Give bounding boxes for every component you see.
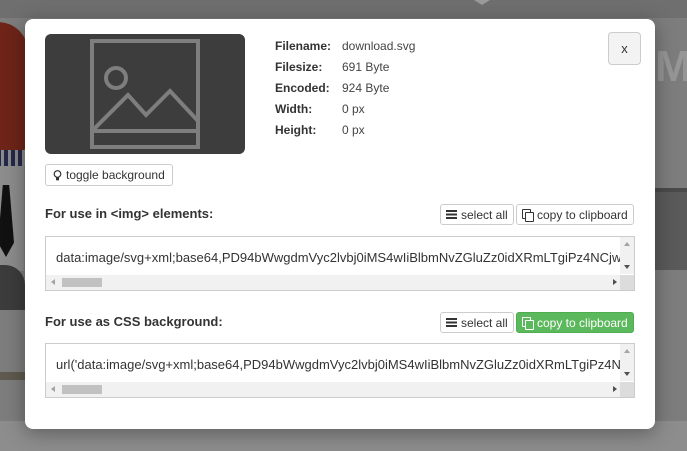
scroll-down-icon[interactable] — [624, 372, 630, 376]
image-preview — [45, 34, 245, 154]
image-placeholder-icon — [90, 39, 200, 149]
scrollbar-corner — [620, 275, 634, 290]
horizontal-scrollbar[interactable] — [46, 382, 622, 397]
file-info-row-width: Width: 0 px — [275, 99, 415, 120]
background-character-body — [0, 265, 25, 310]
css-select-all-button[interactable]: select all — [440, 312, 514, 333]
file-info-value: download.svg — [342, 39, 416, 53]
file-info-key: Filesize: — [275, 60, 323, 74]
file-info-value: 0 px — [342, 102, 365, 116]
scroll-left-icon[interactable] — [51, 279, 55, 285]
list-icon — [446, 210, 457, 219]
file-info-row-height: Height: 0 px — [275, 120, 415, 141]
css-select-all-label: select all — [461, 315, 508, 330]
copy-icon — [522, 317, 534, 330]
file-info-value: 691 Byte — [342, 60, 390, 74]
scroll-left-icon[interactable] — [51, 386, 55, 392]
toggle-background-label: toggle background — [66, 168, 165, 182]
file-info-key: Filename: — [275, 39, 332, 53]
css-copy-label: copy to clipboard — [537, 315, 628, 330]
img-select-all-button[interactable]: select all — [440, 204, 514, 225]
scroll-down-icon[interactable] — [624, 265, 630, 269]
file-info: Filename: download.svg Filesize: 691 Byt… — [275, 36, 415, 141]
css-section-title: For use as CSS background: — [45, 314, 223, 329]
file-info-row-encoded: Encoded: 924 Byte — [275, 78, 415, 99]
horizontal-scrollbar[interactable] — [46, 275, 622, 290]
scrollbar-corner — [620, 382, 634, 397]
img-code-textarea[interactable]: data:image/svg+xml;base64,PD94bWwgdmVyc2… — [45, 236, 635, 291]
background-bar — [0, 372, 25, 380]
copy-icon — [522, 209, 534, 222]
background-topbar — [0, 0, 687, 18]
scroll-right-icon[interactable] — [613, 279, 617, 285]
file-info-key: Height: — [275, 123, 317, 137]
css-copy-button[interactable]: copy to clipboard — [516, 312, 634, 333]
scroll-up-icon[interactable] — [624, 349, 630, 353]
css-code-text: url('data:image/svg+xml;base64,PD94bWwgd… — [56, 357, 621, 372]
file-info-value: 924 Byte — [342, 81, 390, 95]
svg-info-modal: toggle background Filename: download.svg… — [25, 19, 655, 429]
background-panel — [655, 188, 687, 270]
vertical-scrollbar[interactable] — [620, 237, 634, 274]
file-info-key: Encoded: — [275, 81, 330, 95]
css-code-textarea[interactable]: url('data:image/svg+xml;base64,PD94bWwgd… — [45, 343, 635, 398]
scrollbar-thumb[interactable] — [62, 278, 102, 287]
img-section-title: For use in <img> elements: — [45, 206, 214, 221]
img-select-all-label: select all — [461, 207, 508, 222]
scrollbar-thumb[interactable] — [62, 385, 102, 394]
file-info-value: 0 px — [342, 123, 365, 137]
scroll-right-icon[interactable] — [613, 386, 617, 392]
close-button[interactable]: x — [608, 32, 641, 65]
background-heading: MA — [655, 42, 687, 91]
lightbulb-icon — [53, 169, 62, 180]
img-copy-button[interactable]: copy to clipboard — [516, 204, 634, 225]
background-character-hair — [0, 22, 28, 152]
vertical-scrollbar[interactable] — [620, 344, 634, 381]
img-copy-label: copy to clipboard — [537, 207, 628, 222]
background-character-collar — [0, 150, 26, 166]
scroll-up-icon[interactable] — [624, 242, 630, 246]
file-info-row-filename: Filename: download.svg — [275, 36, 415, 57]
img-code-text: data:image/svg+xml;base64,PD94bWwgdmVyc2… — [56, 250, 621, 265]
list-icon — [446, 318, 457, 327]
toggle-background-button[interactable]: toggle background — [45, 164, 173, 186]
background-caret — [474, 0, 490, 5]
file-info-row-filesize: Filesize: 691 Byte — [275, 57, 415, 78]
file-info-key: Width: — [275, 102, 313, 116]
